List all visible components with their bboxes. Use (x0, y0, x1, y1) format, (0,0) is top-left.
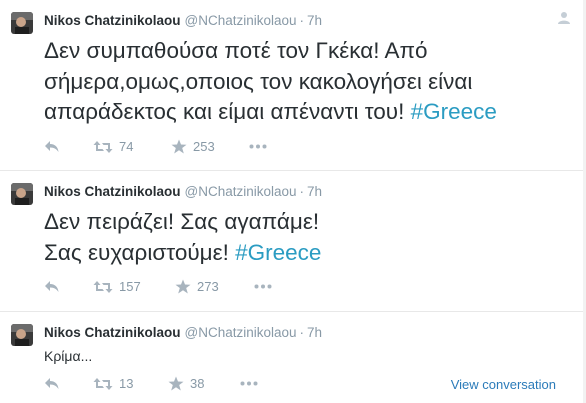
more-dots-icon (240, 381, 258, 386)
avatar[interactable] (11, 183, 33, 205)
reply-button[interactable] (44, 279, 60, 293)
tweet-item[interactable]: Nikos Chatzinikolaou @NChatzinikolaou · 7h … (0, 0, 586, 171)
reply-button[interactable] (44, 139, 60, 153)
favorite-button[interactable]: 273 (175, 279, 219, 294)
favorite-button[interactable]: 253 (171, 139, 215, 154)
more-button[interactable] (240, 381, 258, 386)
author-handle[interactable]: @NChatzinikolaou (185, 184, 297, 199)
tweet-actions: 157 273 (44, 279, 574, 297)
timestamp[interactable]: 7h (307, 184, 322, 199)
star-icon (171, 139, 187, 154)
tweet-actions: 13 38 View conversation (44, 376, 574, 394)
retweet-count: 74 (119, 139, 134, 154)
author-name[interactable]: Nikos Chatzinikolaou (44, 325, 181, 340)
author-handle[interactable]: @NChatzinikolaou (185, 325, 297, 340)
retweet-button[interactable]: 157 (93, 279, 141, 294)
timestamp[interactable]: 7h (307, 325, 322, 340)
reply-icon (44, 139, 60, 153)
tweet-feed: Nikos Chatzinikolaou @NChatzinikolaou · 7h … (0, 0, 586, 403)
more-dots-icon (249, 144, 267, 149)
favorite-count: 273 (197, 279, 219, 294)
separator: · (299, 13, 305, 28)
tweet-text: Κρίμα... (44, 347, 92, 365)
author-handle[interactable]: @NChatzinikolaou (185, 13, 297, 28)
timestamp[interactable]: 7h (307, 13, 322, 28)
tweet-text-content: Δεν συμπαθούσα ποτέ τον Γκέκα! Από σήμερ… (44, 38, 473, 124)
favorite-button[interactable]: 38 (168, 376, 204, 391)
retweet-icon (93, 140, 113, 154)
favorite-count: 38 (190, 376, 205, 391)
avatar[interactable] (11, 324, 33, 346)
hashtag-link[interactable]: #Greece (411, 99, 497, 124)
more-button[interactable] (249, 144, 267, 149)
retweet-button[interactable]: 13 (93, 376, 133, 391)
follow-icon[interactable] (556, 10, 572, 26)
tweet-header: Nikos Chatzinikolaou @NChatzinikolaou · 7h (44, 13, 322, 28)
tweet-item[interactable]: Nikos Chatzinikolaou @NChatzinikolaou · 7h … (0, 312, 586, 403)
tweet-header: Nikos Chatzinikolaou @NChatzinikolaou · 7h (44, 325, 322, 340)
tweet-text-content: Κρίμα... (44, 348, 93, 364)
reply-icon (44, 376, 60, 390)
tweet-text: Δεν συμπαθούσα ποτέ τον Γκέκα! Από σήμερ… (44, 36, 574, 128)
retweet-count: 13 (119, 376, 134, 391)
tweet-item[interactable]: Nikos Chatzinikolaou @NChatzinikolaou · 7h … (0, 171, 586, 312)
separator: · (299, 184, 305, 199)
reply-icon (44, 279, 60, 293)
author-name[interactable]: Nikos Chatzinikolaou (44, 13, 181, 28)
tweet-actions: 74 253 (44, 139, 574, 157)
star-icon (168, 376, 184, 391)
favorite-count: 253 (193, 139, 215, 154)
tweet-header: Nikos Chatzinikolaou @NChatzinikolaou · 7h (44, 184, 322, 199)
more-dots-icon (254, 284, 272, 289)
retweet-icon (93, 280, 113, 294)
avatar[interactable] (11, 12, 33, 34)
separator: · (299, 325, 305, 340)
retweet-count: 157 (119, 279, 141, 294)
reply-button[interactable] (44, 376, 60, 390)
hashtag-link[interactable]: #Greece (235, 240, 321, 265)
view-conversation-link[interactable]: View conversation (451, 377, 556, 392)
star-icon (175, 279, 191, 294)
retweet-icon (93, 377, 113, 391)
author-name[interactable]: Nikos Chatzinikolaou (44, 184, 181, 199)
tweet-text: Δεν πειράζει! Σας αγαπάμε! Σας ευχαριστο… (44, 207, 344, 268)
more-button[interactable] (254, 284, 272, 289)
retweet-button[interactable]: 74 (93, 139, 133, 154)
